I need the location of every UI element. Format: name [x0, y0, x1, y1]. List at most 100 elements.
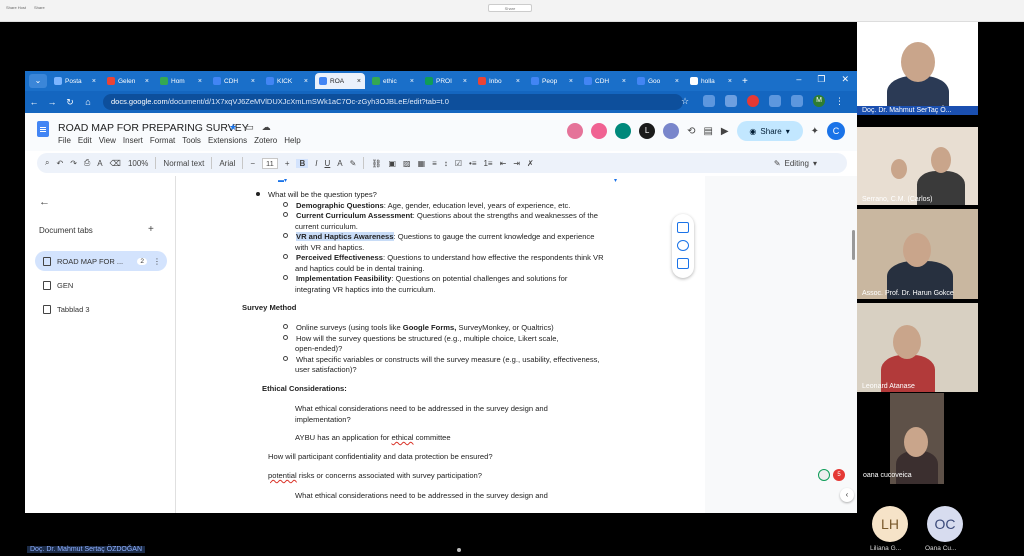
- extension-icon[interactable]: [703, 95, 715, 107]
- underline-button[interactable]: U: [325, 159, 331, 168]
- indent-increase-icon[interactable]: ⇥: [513, 159, 520, 168]
- share-dropdown-icon[interactable]: ▾: [786, 127, 790, 136]
- menu-item[interactable]: Zotero: [254, 136, 277, 145]
- editing-mode-select[interactable]: ✎ Editing ▾: [774, 159, 817, 168]
- align-icon[interactable]: ≡: [432, 159, 437, 168]
- tab-close-icon[interactable]: ×: [198, 78, 202, 85]
- italic-button[interactable]: I: [315, 159, 317, 168]
- gemini-spark-icon[interactable]: ✦: [811, 126, 819, 137]
- style-select[interactable]: Normal text: [163, 159, 204, 168]
- menu-item[interactable]: Edit: [78, 136, 92, 145]
- browser-tab[interactable]: Hom ×: [156, 73, 206, 89]
- participant-avatar-oc[interactable]: OC: [927, 506, 963, 542]
- tab-close-icon[interactable]: ×: [675, 78, 679, 85]
- browser-menu-icon[interactable]: ⋮: [835, 95, 847, 107]
- indent-decrease-icon[interactable]: ⇤: [500, 159, 507, 168]
- participant-tile[interactable]: Assoc. Prof. Dr. Harun Gokce: [857, 209, 978, 299]
- forward-icon[interactable]: →: [43, 97, 61, 107]
- suggest-edit-icon[interactable]: [677, 258, 689, 269]
- tab-close-icon[interactable]: ×: [410, 78, 414, 85]
- tab-search-icon[interactable]: ⌄: [29, 74, 47, 88]
- vertical-scrollbar[interactable]: [852, 230, 855, 260]
- text-color-icon[interactable]: A: [337, 159, 342, 168]
- print-icon[interactable]: ⎙: [84, 158, 90, 168]
- participant-tile[interactable]: Doç. Dr. Mahmut SerTaç Ö...: [857, 22, 978, 115]
- document-tab-item[interactable]: Tabblad 3: [35, 299, 167, 319]
- browser-tab[interactable]: Gelen ×: [103, 73, 153, 89]
- collaborator-avatar[interactable]: [615, 123, 632, 139]
- paint-format-icon[interactable]: ⌫: [110, 159, 121, 168]
- image-icon[interactable]: ▨: [403, 159, 411, 168]
- increase-font-icon[interactable]: +: [285, 159, 290, 168]
- zoom-select[interactable]: 100%: [128, 159, 148, 168]
- reload-icon[interactable]: ↻: [61, 97, 79, 108]
- account-avatar[interactable]: C: [827, 122, 845, 140]
- collaborator-avatar[interactable]: [663, 123, 680, 139]
- emoji-reaction-icon[interactable]: [677, 240, 689, 251]
- browser-tab[interactable]: Inbo ×: [474, 73, 524, 89]
- explore-icon[interactable]: [818, 469, 830, 481]
- share-button[interactable]: ◉ Share ▾: [736, 121, 803, 141]
- tab-close-icon[interactable]: ×: [145, 78, 149, 85]
- tab-close-icon[interactable]: ×: [516, 78, 520, 85]
- checklist-icon[interactable]: ☑: [455, 159, 462, 168]
- extension-icon[interactable]: [747, 95, 759, 107]
- tab-close-icon[interactable]: ×: [622, 78, 626, 85]
- participant-tile[interactable]: Leonard Atanase: [857, 303, 978, 392]
- tab-options-icon[interactable]: ⋮: [153, 257, 161, 266]
- sidebar-icon[interactable]: [791, 95, 803, 107]
- participant-tile[interactable]: [890, 393, 944, 484]
- document-title[interactable]: ROAD MAP FOR PREPARING SURVEY: [58, 122, 249, 134]
- host-strip-title[interactable]: Share: [488, 4, 532, 12]
- tab-close-icon[interactable]: ×: [728, 78, 732, 85]
- minimize-icon[interactable]: –: [796, 74, 801, 85]
- redo-icon[interactable]: ↷: [70, 159, 77, 168]
- browser-tab[interactable]: Posta ×: [50, 73, 100, 89]
- browser-tab[interactable]: holla ×: [686, 73, 736, 89]
- new-tab-icon[interactable]: +: [742, 76, 748, 87]
- browser-tab[interactable]: KICK ×: [262, 73, 312, 89]
- home-icon[interactable]: ⌂: [79, 97, 97, 107]
- restore-icon[interactable]: ❐: [817, 74, 825, 85]
- comments-icon[interactable]: ▤: [703, 126, 712, 137]
- right-indent-marker[interactable]: ▾: [614, 177, 617, 184]
- browser-tab[interactable]: CDH ×: [580, 73, 630, 89]
- menu-item[interactable]: File: [58, 136, 71, 145]
- tab-close-icon[interactable]: ×: [569, 78, 573, 85]
- collaborator-avatar-l[interactable]: L: [639, 123, 656, 139]
- back-icon[interactable]: ←: [25, 97, 43, 107]
- add-comment-icon[interactable]: ▣: [388, 159, 396, 168]
- left-indent-marker[interactable]: ▬▾: [278, 178, 287, 184]
- document-page[interactable]: ▬▾ ▾ What will be the question types? De…: [175, 176, 705, 513]
- url-input[interactable]: docs.google.com/document/d/1X7xqVJ6ZeMVl…: [103, 94, 683, 110]
- add-tab-icon[interactable]: +: [148, 224, 154, 235]
- close-outline-icon[interactable]: ←: [39, 196, 50, 208]
- tab-close-icon[interactable]: ×: [357, 78, 361, 85]
- bold-button[interactable]: B: [296, 158, 309, 168]
- font-size-input[interactable]: 11: [262, 157, 278, 169]
- tab-close-icon[interactable]: ×: [92, 78, 96, 85]
- profile-avatar[interactable]: M: [813, 95, 825, 107]
- search-menus-icon[interactable]: ⌕: [45, 158, 49, 168]
- highlight-icon[interactable]: ✎: [350, 159, 357, 168]
- bookmark-star-icon[interactable]: ☆: [681, 95, 693, 107]
- close-window-icon[interactable]: ✕: [841, 74, 849, 85]
- menu-item[interactable]: Insert: [123, 136, 143, 145]
- menu-item[interactable]: Tools: [182, 136, 201, 145]
- numbered-list-icon[interactable]: 1≡: [483, 159, 492, 168]
- browser-tab[interactable]: ethic ×: [368, 73, 418, 89]
- line-spacing-icon[interactable]: ↕: [444, 159, 448, 168]
- extension-icon[interactable]: [725, 95, 737, 107]
- tab-close-icon[interactable]: ×: [463, 78, 467, 85]
- menu-item[interactable]: View: [99, 136, 116, 145]
- tab-close-icon[interactable]: ×: [251, 78, 255, 85]
- participant-avatar-lh[interactable]: LH: [872, 506, 908, 542]
- table-icon[interactable]: ▦: [418, 159, 426, 168]
- browser-tab[interactable]: ROA ×: [315, 73, 365, 89]
- collapse-panel-icon[interactable]: ‹: [840, 488, 854, 502]
- meet-video-icon[interactable]: ▶: [721, 126, 729, 137]
- menu-item[interactable]: Help: [284, 136, 300, 145]
- tab-close-icon[interactable]: ×: [304, 78, 308, 85]
- browser-tab[interactable]: Goo ×: [633, 73, 683, 89]
- move-folder-icon[interactable]: ▭: [245, 122, 254, 133]
